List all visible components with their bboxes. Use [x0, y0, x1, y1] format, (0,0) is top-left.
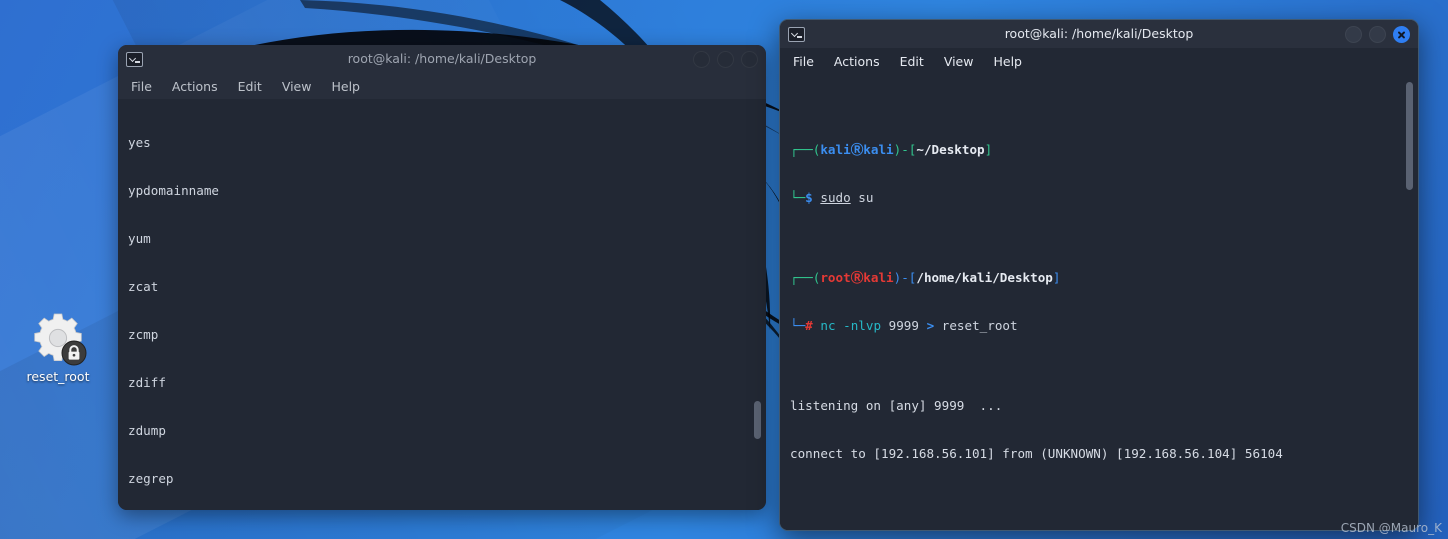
desktop[interactable]: reset_root root@kali: /home/kali/Desktop… [0, 0, 1448, 539]
command-name: sudo [820, 190, 851, 205]
gear-with-lock-icon [32, 312, 87, 366]
terminal-output-left[interactable]: yes ypdomainname yum zcat zcmp zdiff zdu… [118, 99, 766, 510]
prompt-corner: ┌──( [790, 270, 821, 285]
minimize-button[interactable] [1345, 25, 1362, 43]
prompt-sep: )-[ [893, 270, 917, 285]
terminal-line: zcat [128, 279, 159, 294]
terminal-prompt-line: ┌──(rootⓇkali)-[/home/kali/Desktop] [790, 270, 1396, 286]
menu-file[interactable]: File [131, 79, 152, 94]
prompt-at-icon: Ⓡ [850, 142, 864, 157]
desktop-icon-reset-root[interactable]: reset_root [16, 312, 100, 384]
prompt-path: /home/kali/Desktop [916, 270, 1053, 285]
prompt-path: ~/Desktop [916, 142, 985, 157]
command-name: nc [820, 318, 836, 333]
window-buttons-left[interactable] [693, 45, 758, 73]
terminal-right-lines: ┌──(kaliⓇkali)-[~/Desktop] └─$ sudo su ┌… [790, 78, 1396, 530]
terminal-left-lines: yes ypdomainname yum zcat zcmp zdiff zdu… [128, 103, 744, 510]
scrollbar-thumb[interactable] [1406, 82, 1413, 190]
titlebar-left[interactable]: root@kali: /home/kali/Desktop [118, 45, 766, 73]
scrollbar-thumb[interactable] [754, 401, 761, 439]
window-title-right: root@kali: /home/kali/Desktop [1004, 26, 1194, 41]
minimize-button[interactable] [693, 50, 710, 68]
menu-view[interactable]: View [944, 54, 974, 69]
menu-actions[interactable]: Actions [172, 79, 218, 94]
terminal-window-left[interactable]: root@kali: /home/kali/Desktop File Actio… [118, 45, 766, 510]
terminal-window-right[interactable]: root@kali: /home/kali/Desktop File Actio… [779, 19, 1419, 531]
prompt-close: ] [1052, 270, 1061, 285]
close-button[interactable] [741, 50, 758, 68]
terminal-icon [788, 26, 805, 42]
scrollbar-right[interactable] [1405, 76, 1414, 528]
titlebar-right[interactable]: root@kali: /home/kali/Desktop [780, 20, 1418, 48]
terminal-output-right[interactable]: ┌──(kaliⓇkali)-[~/Desktop] └─$ sudo su ┌… [780, 74, 1418, 530]
window-buttons-right[interactable] [1345, 20, 1410, 48]
prompt-close: ] [984, 142, 993, 157]
menubar-left[interactable]: File Actions Edit View Help [118, 73, 766, 99]
command-port: 9999 [888, 318, 919, 333]
maximize-button[interactable] [1369, 25, 1386, 43]
watermark: CSDN @Mauro_K [1340, 521, 1442, 535]
menu-file[interactable]: File [793, 54, 814, 69]
window-title-left: root@kali: /home/kali/Desktop [347, 51, 537, 66]
menu-view[interactable]: View [282, 79, 312, 94]
command-flag: -nlvp [843, 318, 882, 333]
terminal-prompt-line: ┌──(kaliⓇkali)-[~/Desktop] [790, 142, 1396, 158]
prompt-user: kali [820, 142, 851, 157]
terminal-line: zdiff [128, 375, 166, 390]
menu-edit[interactable]: Edit [238, 79, 262, 94]
prompt-host: kali [863, 142, 894, 157]
terminal-line: yes [128, 135, 151, 150]
terminal-line: zdump [128, 423, 166, 438]
prompt-symbol: # [805, 318, 813, 333]
terminal-command-line: └─# nc -nlvp 9999 > reset_root [790, 318, 1396, 334]
maximize-button[interactable] [717, 50, 734, 68]
prompt-at-icon: Ⓡ [850, 270, 864, 285]
terminal-line: yum [128, 231, 151, 246]
prompt-host: kali [863, 270, 894, 285]
terminal-line: zcmp [128, 327, 159, 342]
scrollbar-left[interactable] [753, 101, 762, 508]
prompt-corner: └─ [790, 190, 806, 205]
command-target: reset_root [941, 318, 1018, 333]
prompt-sep: )-[ [893, 142, 917, 157]
menubar-right[interactable]: File Actions Edit View Help [780, 48, 1418, 74]
prompt-symbol: $ [805, 190, 813, 205]
terminal-output-line: connect to [192.168.56.101] from (UNKNOW… [790, 446, 1283, 461]
desktop-icon-label: reset_root [26, 369, 90, 384]
prompt-user: root [820, 270, 851, 285]
terminal-line: ypdomainname [128, 183, 219, 198]
terminal-icon [126, 51, 143, 67]
prompt-corner: └─ [790, 318, 806, 333]
menu-actions[interactable]: Actions [834, 54, 880, 69]
close-button[interactable] [1393, 25, 1410, 43]
menu-help[interactable]: Help [993, 54, 1022, 69]
terminal-command-line: └─$ sudo su [790, 190, 1396, 206]
prompt-corner: ┌──( [790, 142, 821, 157]
terminal-line: zegrep [128, 471, 174, 486]
command-args: su [850, 190, 874, 205]
terminal-output-line: listening on [any] 9999 ... [790, 398, 1003, 413]
menu-edit[interactable]: Edit [900, 54, 924, 69]
menu-help[interactable]: Help [331, 79, 360, 94]
